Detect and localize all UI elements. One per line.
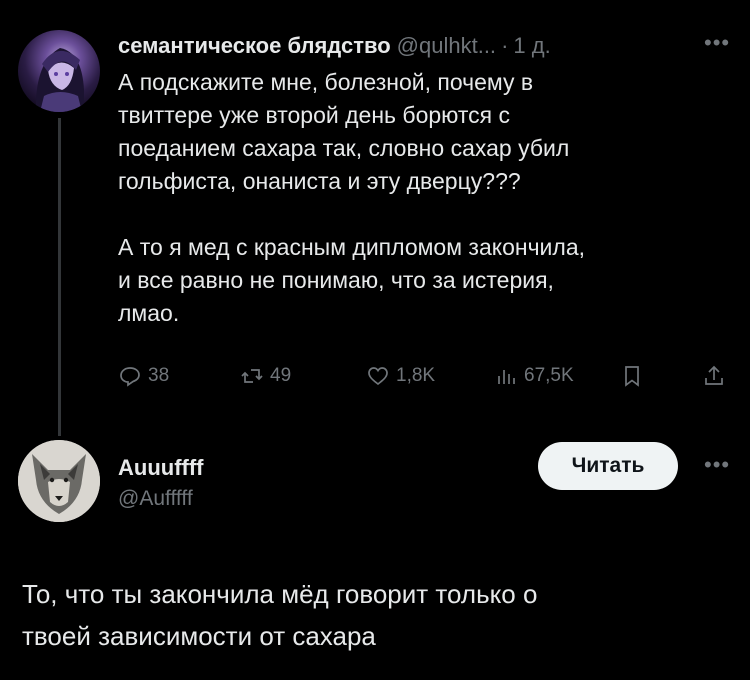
- user-handle[interactable]: @Aufffff: [118, 487, 193, 511]
- more-icon[interactable]: •••: [704, 452, 730, 478]
- tweet-paragraph: А то я мед с красным дипломом закончила,…: [118, 234, 585, 326]
- tweet-text: А подскажите мне, болезной, почему в тви…: [118, 66, 728, 330]
- avatar[interactable]: [18, 30, 100, 112]
- separator-dot: ·: [501, 33, 509, 58]
- tweet-actions: 38 49 1,8K 67,5K: [118, 364, 728, 394]
- share-button[interactable]: [702, 364, 726, 388]
- more-icon[interactable]: •••: [704, 30, 730, 56]
- bookmark-button[interactable]: [620, 364, 644, 388]
- display-name[interactable]: семантическое блядство: [118, 33, 391, 58]
- views-button[interactable]: 67,5K: [494, 364, 574, 388]
- user-handle[interactable]: @qulhkt...: [397, 33, 496, 58]
- display-name[interactable]: Auuuffff: [118, 455, 204, 481]
- avatar-illustration: [36, 48, 84, 112]
- tweet-paragraph: А подскажите мне, болезной, почему в тви…: [118, 69, 570, 194]
- follow-button[interactable]: Читать: [538, 442, 678, 490]
- views-count: 67,5K: [524, 365, 574, 386]
- views-icon: [498, 370, 515, 384]
- retweet-count: 49: [270, 365, 292, 386]
- timestamp[interactable]: 1 д.: [513, 33, 550, 58]
- retweet-button[interactable]: 49: [240, 364, 291, 388]
- heart-icon: [368, 367, 388, 386]
- wolf-avatar-illustration: [18, 440, 100, 522]
- thread-line: [58, 118, 61, 436]
- like-button[interactable]: 1,8K: [366, 364, 435, 388]
- tweet-text: То, что ты закончила мёд говорит только …: [22, 579, 538, 651]
- tweet-header: семантическое блядство @qulhkt... · 1 д.: [118, 33, 551, 59]
- retweet-icon: [241, 369, 263, 383]
- reply-count: 38: [148, 365, 170, 386]
- bookmark-icon: [625, 366, 639, 387]
- reply-icon: [120, 367, 140, 387]
- share-icon: [705, 365, 723, 385]
- avatar[interactable]: [18, 440, 100, 522]
- reply-button[interactable]: 38: [118, 364, 169, 388]
- like-count: 1,8K: [396, 365, 436, 386]
